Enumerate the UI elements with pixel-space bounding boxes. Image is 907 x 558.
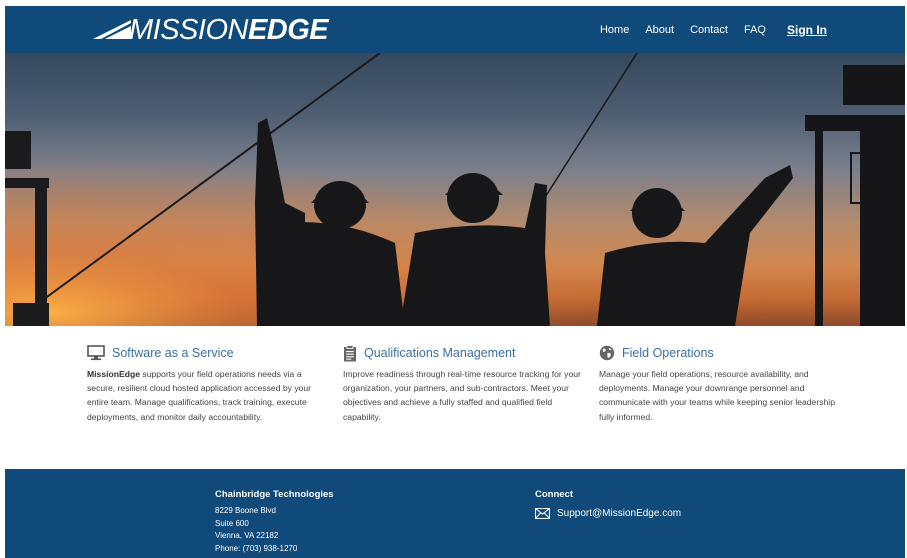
globe-icon <box>599 345 615 361</box>
hero-banner <box>5 53 905 326</box>
hero-image <box>5 53 905 326</box>
feature-description: Improve readiness through real-time reso… <box>343 367 583 424</box>
envelope-icon <box>535 508 550 519</box>
feature-body: Improve readiness through real-time reso… <box>343 369 581 422</box>
address-line: Vienna, VA 22182 <box>215 531 279 540</box>
clipboard-icon <box>344 344 356 361</box>
monitor-icon <box>87 345 105 361</box>
support-email: Support@MissionEdge.com <box>557 508 682 519</box>
feature-heading: Software as a Service <box>87 344 327 362</box>
company-name: Chainbridge Technologies <box>215 489 334 500</box>
features-section: Software as a Service MissionEdge suppor… <box>87 344 847 444</box>
site-footer: Chainbridge Technologies 8229 Boone Blvd… <box>5 469 905 558</box>
feature-title: Software as a Service <box>112 346 234 360</box>
feature-qualifications-management: Qualifications Management Improve readin… <box>343 344 583 424</box>
feature-software-as-a-service: Software as a Service MissionEdge suppor… <box>87 344 327 424</box>
feature-body: Manage your field operations, resource a… <box>599 369 835 422</box>
nav-sign-in[interactable]: Sign In <box>787 23 827 37</box>
company-info: Chainbridge Technologies 8229 Boone Blvd… <box>215 489 334 555</box>
support-email-link[interactable]: Support@MissionEdge.com <box>535 508 681 519</box>
connect-section: Connect Support@MissionEdge.com <box>535 489 681 519</box>
logo-text: MISSIONEDGE <box>129 13 329 47</box>
nav-contact[interactable]: Contact <box>690 24 728 36</box>
company-address: 8229 Boone Blvd Suite 600 Vienna, VA 221… <box>215 505 334 555</box>
connect-title: Connect <box>535 489 573 500</box>
nav-about[interactable]: About <box>645 24 674 36</box>
phone-line: Phone: (703) 938-1270 <box>215 543 298 553</box>
feature-description: Manage your field operations, resource a… <box>599 367 839 424</box>
nav-faq[interactable]: FAQ <box>744 24 766 36</box>
brand-name: MissionEdge <box>87 369 141 379</box>
logo[interactable]: MISSIONEDGE <box>93 13 329 47</box>
logo-text-mission: MISSION <box>129 13 248 46</box>
logo-text-edge: EDGE <box>247 13 329 46</box>
feature-description: MissionEdge supports your field operatio… <box>87 367 327 424</box>
feature-title: Qualifications Management <box>364 346 516 360</box>
feature-heading: Field Operations <box>599 344 839 362</box>
logo-wedge-icon <box>93 20 131 39</box>
feature-field-operations: Field Operations Manage your field opera… <box>599 344 839 424</box>
feature-title: Field Operations <box>622 346 714 360</box>
address-line: Suite 600 <box>215 518 249 528</box>
feature-heading: Qualifications Management <box>343 344 583 362</box>
nav-home[interactable]: Home <box>600 24 629 36</box>
address-line: 8229 Boone Blvd <box>215 506 276 515</box>
main-nav: Home About Contact FAQ Sign In <box>600 6 827 53</box>
site-header: MISSIONEDGE Home About Contact FAQ Sign … <box>5 6 905 53</box>
